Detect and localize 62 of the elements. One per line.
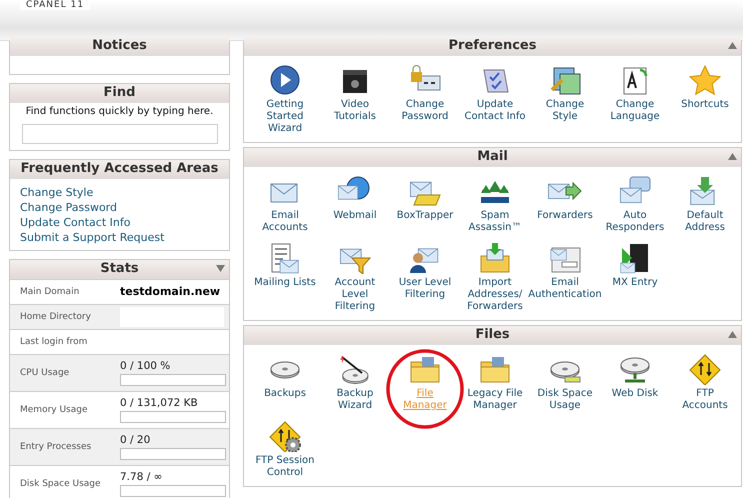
- stat-label: Last login from: [20, 336, 88, 346]
- stat-label: Entry Processes: [20, 442, 92, 452]
- feature-link[interactable]: FTP Accounts: [674, 353, 736, 412]
- panel-title: Mail: [477, 149, 508, 164]
- feature-link[interactable]: Spam Assassin™: [464, 175, 526, 234]
- stat-label: Main Domain: [20, 286, 80, 296]
- feature-link[interactable]: Change Language: [604, 64, 666, 135]
- transfer-arrows-icon: [688, 353, 722, 385]
- feature-link[interactable]: Email Authentication: [530, 242, 600, 313]
- inbox-tray-icon: [478, 242, 512, 274]
- collapse-arrow-icon[interactable]: [728, 42, 737, 49]
- panel-title: Notices: [92, 38, 147, 53]
- stat-value: 7.78 / ∞: [120, 470, 164, 482]
- collapse-arrow-icon[interactable]: [728, 331, 737, 338]
- play-icon: [268, 64, 302, 96]
- panel-title: Frequently Accessed Areas: [20, 160, 218, 176]
- feature-link[interactable]: User Level Filtering: [394, 242, 456, 313]
- feature-link[interactable]: BoxTrapper: [394, 175, 456, 234]
- feature-link[interactable]: Forwarders: [534, 175, 596, 234]
- quick-link[interactable]: Change Style: [20, 184, 94, 200]
- search-field[interactable]: [22, 124, 218, 144]
- expand-arrow-icon[interactable]: [216, 264, 225, 272]
- stat-value: testdomain.new: [120, 285, 220, 298]
- feature-link[interactable]: Web Disk: [604, 353, 666, 412]
- feature-link[interactable]: Video Tutorials: [324, 64, 386, 135]
- stat-value: 0 / 100 %: [120, 360, 172, 372]
- feature-link[interactable]: MX Entry: [604, 242, 666, 313]
- feature-link[interactable]: Webmail: [324, 175, 386, 234]
- feature-link[interactable]: Update Contact Info: [464, 64, 526, 135]
- stat-label: CPU Usage: [20, 368, 70, 378]
- feature-link[interactable]: Backup Wizard: [324, 353, 386, 412]
- panel-title: Stats: [100, 260, 139, 276]
- stat-label: Home Directory: [20, 312, 92, 322]
- feature-link[interactable]: Change Password: [394, 64, 456, 135]
- feature-link[interactable]: Disk Space Usage: [534, 353, 596, 412]
- feature-link[interactable]: Auto Responders: [604, 175, 666, 234]
- feature-link[interactable]: FTP Session Control: [254, 420, 316, 479]
- stat-label: Disk Space Usage: [20, 478, 102, 488]
- feature-link[interactable]: Shortcuts: [674, 64, 736, 135]
- panel-title: Files: [475, 327, 510, 342]
- feature-link[interactable]: Default Address: [674, 175, 736, 234]
- quick-link[interactable]: Submit a Support Request: [20, 230, 164, 244]
- stat-label: Memory Usage: [20, 404, 89, 414]
- stat-value: 0 / 131,072 KB: [120, 396, 199, 408]
- feature-link[interactable]: Import Addresses/ Forwarders: [464, 242, 526, 313]
- feature-link[interactable]: Getting Started Wizard: [254, 64, 316, 135]
- app-title: CPANEL 11: [20, 0, 90, 10]
- panel-title: Find: [104, 85, 136, 100]
- find-hint: Find functions quickly by typing here.: [24, 106, 214, 117]
- collapse-arrow-icon[interactable]: [728, 153, 737, 160]
- feature-link[interactable]: Legacy File Manager: [464, 353, 526, 412]
- quick-link[interactable]: Change Password: [20, 200, 117, 214]
- stat-value: 0 / 20: [120, 434, 152, 446]
- feature-link[interactable]: Change Style: [534, 64, 596, 135]
- panel-title: Preferences: [448, 38, 536, 53]
- feature-link[interactable]: Backups: [254, 353, 316, 412]
- feature-link[interactable]: Account Level Filtering: [324, 242, 386, 313]
- star-icon: [688, 64, 722, 96]
- feature-link[interactable]: Mailing Lists: [254, 242, 316, 313]
- quick-link[interactable]: Update Contact Info: [20, 214, 130, 230]
- feature-link[interactable]: Email Accounts: [254, 175, 316, 234]
- transfer-gear-icon: [268, 420, 302, 452]
